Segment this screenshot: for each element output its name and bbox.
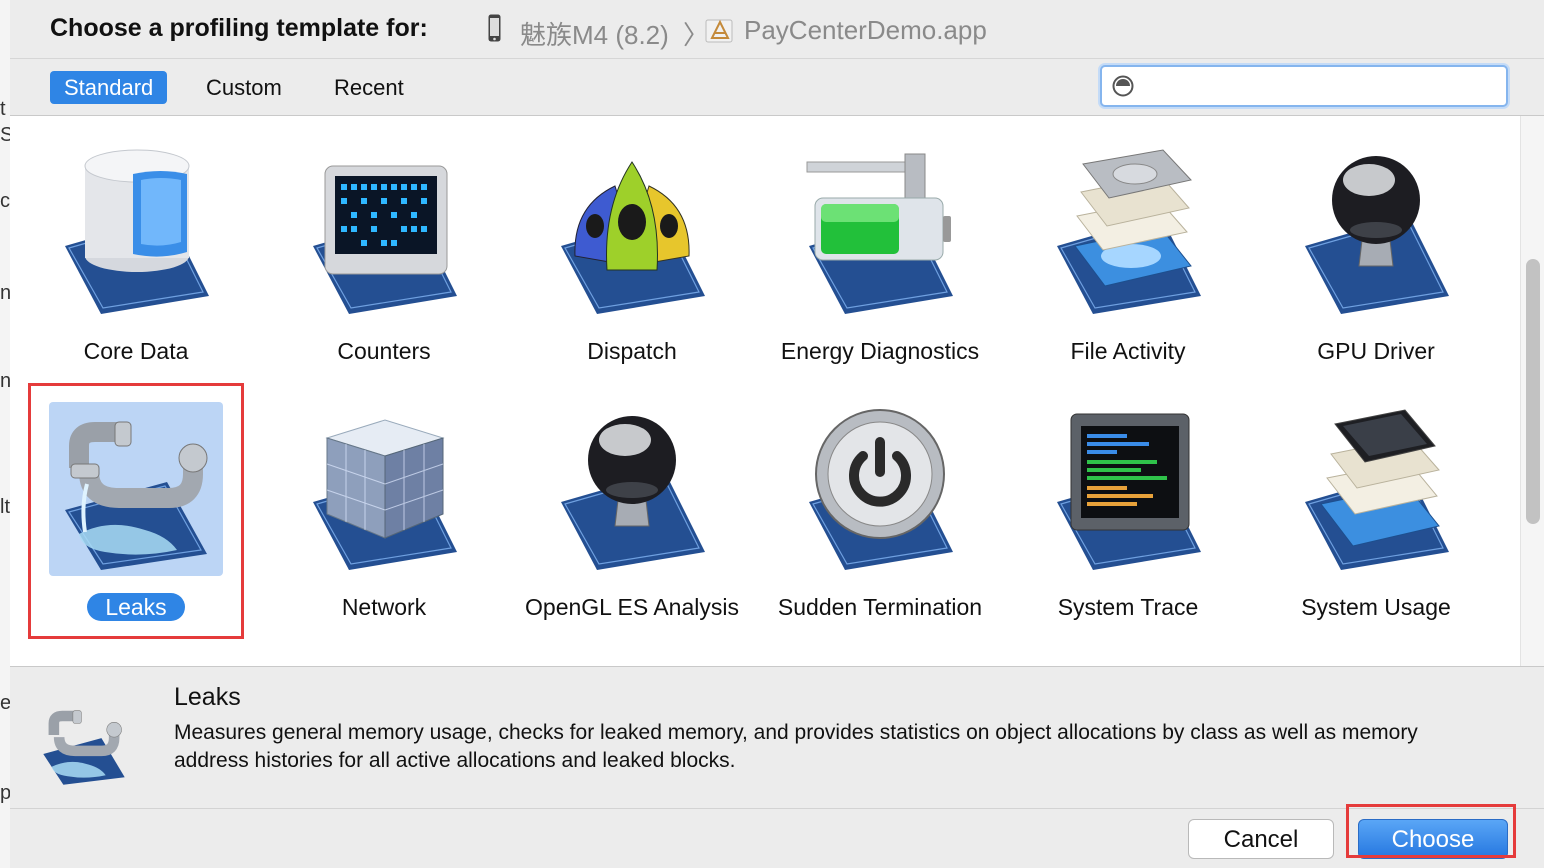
search-field[interactable] <box>1100 65 1508 107</box>
template-network[interactable]: Network <box>264 392 504 652</box>
iphone-icon <box>488 14 501 42</box>
dispatch-icon <box>561 161 705 314</box>
template-counters[interactable]: Counters <box>264 136 504 396</box>
template-label: System Trace <box>1057 594 1199 620</box>
template-energy-diagnostics[interactable]: Energy Diagnostics <box>760 136 1000 396</box>
cancel-button[interactable]: Cancel <box>1188 819 1334 859</box>
template-label: OpenGL ES Analysis <box>525 594 739 620</box>
template-description-panel: Leaks Measures general memory usage, che… <box>10 666 1544 808</box>
template-system-usage[interactable]: System Usage <box>1256 392 1496 652</box>
template-label: GPU Driver <box>1317 338 1435 364</box>
core-data-icon <box>65 149 209 314</box>
template-label: Dispatch <box>587 338 677 364</box>
leaks-icon <box>43 710 125 785</box>
profiling-template-dialog: Choose a profiling template for: 魅族M4 (8… <box>10 0 1544 868</box>
template-tabbar: Standard Custom Recent <box>10 58 1544 116</box>
template-opengl-es-analysis[interactable]: OpenGL ES Analysis <box>512 392 752 652</box>
opengl-es-analysis-icon <box>561 416 705 570</box>
target-app[interactable]: PayCenterDemo.app <box>744 15 987 46</box>
template-label: Core Data <box>83 338 189 364</box>
selected-template-description: Measures general memory usage, checks fo… <box>174 721 1418 772</box>
file-activity-icon <box>1057 149 1201 314</box>
template-label: File Activity <box>1070 338 1186 364</box>
annotation-highlight-leaks <box>28 383 244 639</box>
template-system-trace[interactable]: System Trace <box>1008 392 1248 652</box>
template-label: Sudden Termination <box>777 594 983 620</box>
annotation-highlight-choose <box>1346 804 1516 858</box>
grid-scrollbar[interactable] <box>1520 116 1544 666</box>
template-dispatch[interactable]: Dispatch <box>512 136 752 396</box>
dialog-footer: Cancel Choose <box>10 808 1544 868</box>
template-sudden-termination[interactable]: Sudden Termination <box>760 392 1000 652</box>
search-filter-icon <box>1112 75 1134 97</box>
dialog-titlebar: Choose a profiling template for: 魅族M4 (8… <box>10 0 1544 58</box>
tab-recent[interactable]: Recent <box>320 71 418 104</box>
template-label: Network <box>341 594 427 620</box>
tab-standard[interactable]: Standard <box>50 71 168 104</box>
template-file-activity[interactable]: File Activity <box>1008 136 1248 396</box>
background-text-fragment: c <box>0 190 10 212</box>
network-icon <box>313 419 457 570</box>
energy-diagnostics-icon <box>806 153 953 314</box>
template-label: System Usage <box>1301 594 1451 620</box>
scrollbar-thumb[interactable] <box>1526 259 1540 524</box>
counters-icon <box>313 165 457 314</box>
system-usage-icon <box>1305 409 1449 570</box>
dialog-title: Choose a profiling template for: <box>50 14 428 42</box>
gpu-driver-icon <box>1305 156 1449 314</box>
template-core-data[interactable]: Core Data <box>16 136 256 396</box>
target-device[interactable]: 魅族M4 (8.2) <box>520 15 669 52</box>
template-gpu-driver[interactable]: GPU Driver <box>1256 136 1496 396</box>
selected-template-title: Leaks <box>174 683 241 711</box>
background-text-fragment: lt <box>0 496 10 518</box>
system-trace-icon <box>1057 413 1201 570</box>
background-text-fragment: t <box>0 98 6 120</box>
template-label: Counters <box>337 338 431 364</box>
app-target-icon <box>705 19 733 43</box>
tab-custom[interactable]: Custom <box>192 71 296 104</box>
sudden-termination-icon <box>809 409 953 570</box>
template-label: Energy Diagnostics <box>780 338 980 364</box>
